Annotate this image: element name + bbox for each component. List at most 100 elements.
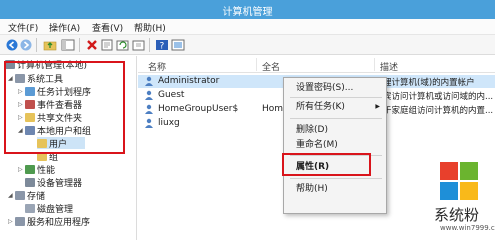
menu-action[interactable]: 操作(A) bbox=[49, 21, 80, 34]
watermark-text: 系统粉 bbox=[434, 206, 480, 224]
tree-node-label: 计算机管理(本地) bbox=[17, 60, 88, 71]
console-tree-icon[interactable] bbox=[60, 37, 76, 53]
expand-arrow-icon[interactable]: ▷ bbox=[18, 88, 25, 95]
menu-item-delete[interactable]: 删除(D) bbox=[284, 123, 386, 137]
tree-node-label: 组 bbox=[49, 152, 59, 163]
properties-highlight-box bbox=[282, 153, 371, 176]
tree-node-event-viewer[interactable]: ▷ 事件查看器 bbox=[18, 98, 83, 111]
tree-node-shared-folders[interactable]: ▷ 共享文件夹 bbox=[18, 111, 83, 124]
tree-node-storage[interactable]: ◢ 存储 bbox=[8, 189, 46, 202]
tree-node-label: 存储 bbox=[27, 191, 46, 202]
properties-icon[interactable] bbox=[99, 37, 115, 53]
forward-arrow-icon[interactable] bbox=[18, 37, 34, 53]
tree-node-label: 系统工具 bbox=[27, 74, 64, 85]
system-tools-icon bbox=[15, 73, 25, 83]
tree-node-label: 服务和应用程序 bbox=[27, 217, 91, 228]
tree-node-label: 本地用户和组 bbox=[37, 126, 92, 137]
tree-node-groups[interactable]: 组 bbox=[37, 150, 59, 163]
user-name: liuxg bbox=[158, 118, 180, 128]
expand-arrow-icon[interactable]: ▷ bbox=[18, 166, 25, 173]
export-icon[interactable] bbox=[131, 37, 147, 53]
expand-arrow-icon[interactable]: ▷ bbox=[18, 101, 25, 108]
tree-node-disk-management[interactable]: 磁盘管理 bbox=[25, 202, 74, 215]
users-groups-icon bbox=[25, 125, 35, 135]
refresh-icon[interactable] bbox=[115, 37, 131, 53]
computer-management-icon bbox=[5, 59, 15, 69]
collapse-arrow-icon[interactable]: ◢ bbox=[8, 75, 15, 82]
menu-item-set-password[interactable]: 设置密码(S)... bbox=[284, 81, 386, 95]
menu-help[interactable]: 帮助(H) bbox=[134, 21, 166, 34]
user-description: 宾访问计算机或访问域的内... bbox=[383, 92, 494, 102]
help-icon[interactable]: ? bbox=[154, 37, 170, 53]
column-header-name[interactable]: 名称 bbox=[148, 60, 166, 73]
performance-icon bbox=[25, 164, 35, 174]
view-icon[interactable] bbox=[170, 37, 186, 53]
toolbar-separator bbox=[79, 38, 80, 52]
column-divider[interactable] bbox=[374, 58, 375, 71]
shared-folder-icon bbox=[25, 112, 35, 122]
menu-item-help[interactable]: 帮助(H) bbox=[284, 182, 386, 196]
tree-node-label: 磁盘管理 bbox=[37, 204, 74, 215]
tree-node-label: 事件查看器 bbox=[37, 100, 83, 111]
user-name: HomeGroupUser$ bbox=[158, 104, 239, 114]
menu-file[interactable]: 文件(F) bbox=[8, 21, 38, 34]
tree-node-local-users-groups[interactable]: ◢ 本地用户和组 bbox=[18, 124, 92, 137]
services-icon bbox=[15, 216, 25, 226]
expand-arrow-icon[interactable]: ▷ bbox=[18, 114, 25, 121]
menu-item-all-tasks[interactable]: 所有任务(K) ▶ bbox=[284, 100, 386, 114]
expand-arrow-icon[interactable]: ▷ bbox=[8, 218, 15, 225]
collapse-arrow-icon[interactable]: ◢ bbox=[8, 192, 15, 199]
watermark-logo: 系统粉 www.win7999.com bbox=[434, 160, 495, 240]
menu-view[interactable]: 查看(V) bbox=[92, 21, 123, 34]
storage-icon bbox=[15, 190, 25, 200]
tree-node-system-tools[interactable]: ◢ 系统工具 bbox=[8, 72, 64, 85]
column-divider[interactable] bbox=[256, 58, 257, 71]
window-title: 计算机管理 bbox=[222, 7, 273, 18]
tree-node-label: 设备管理器 bbox=[37, 178, 83, 189]
tree-node-label: 共享文件夹 bbox=[37, 113, 83, 124]
folder-icon bbox=[37, 151, 47, 161]
device-manager-icon bbox=[25, 177, 35, 187]
tree-node-label: 任务计划程序 bbox=[37, 87, 92, 98]
menu-bar: 文件(F) 操作(A) 查看(V) 帮助(H) bbox=[0, 19, 495, 35]
title-bar: 计算机管理 bbox=[0, 0, 495, 19]
context-menu: 设置密码(S)... 所有任务(K) ▶ 删除(D) 重命名(M) 属性(R) … bbox=[283, 77, 387, 214]
tree-node-computer-management[interactable]: 计算机管理(本地) bbox=[5, 58, 88, 71]
tree-node-services-applications[interactable]: ▷ 服务和应用程序 bbox=[8, 215, 91, 228]
collapse-arrow-icon[interactable]: ◢ bbox=[18, 127, 25, 134]
menu-item-rename[interactable]: 重命名(M) bbox=[284, 138, 386, 152]
event-viewer-icon bbox=[25, 99, 35, 109]
folder-icon bbox=[37, 138, 47, 148]
console-tree: 计算机管理(本地) ◢ 系统工具 ▷ 任务计划程序 ▷ 事件查看器 ▷ 共享文件… bbox=[0, 56, 137, 240]
menu-separator bbox=[290, 178, 382, 179]
watermark-url: www.win7999.com bbox=[440, 224, 495, 232]
tree-node-task-scheduler[interactable]: ▷ 任务计划程序 bbox=[18, 85, 92, 98]
user-icon bbox=[145, 104, 153, 114]
svg-text:?: ? bbox=[160, 42, 165, 52]
list-header: 名称 全名 描述 bbox=[138, 56, 495, 73]
disk-management-icon bbox=[25, 203, 35, 213]
tree-node-label: 用户 bbox=[49, 139, 68, 150]
toolbar-separator bbox=[149, 38, 150, 52]
tree-node-label: 性能 bbox=[37, 165, 56, 176]
tree-node-performance[interactable]: ▷ 性能 bbox=[18, 163, 56, 176]
tree-node-users[interactable]: 用户 bbox=[37, 137, 85, 150]
user-description: 理计算机(域)的内置帐户 bbox=[383, 78, 475, 88]
user-name: Administrator bbox=[158, 76, 220, 86]
task-scheduler-icon bbox=[25, 86, 35, 96]
toolbar: ? bbox=[0, 35, 495, 55]
user-icon bbox=[145, 76, 153, 86]
column-header-fullname[interactable]: 全名 bbox=[262, 60, 280, 73]
delete-icon[interactable] bbox=[84, 37, 100, 53]
user-name: Guest bbox=[158, 90, 185, 100]
submenu-arrow-icon: ▶ bbox=[375, 103, 380, 110]
user-icon bbox=[145, 90, 153, 100]
menu-item-label: 所有任务(K) bbox=[296, 102, 345, 112]
toolbar-separator bbox=[36, 38, 37, 52]
menu-separator bbox=[290, 118, 382, 119]
user-description: 于家庭组访问计算机的内置... bbox=[383, 106, 494, 116]
column-header-description[interactable]: 描述 bbox=[380, 60, 398, 73]
user-icon bbox=[145, 118, 153, 128]
up-folder-icon[interactable] bbox=[42, 37, 58, 53]
tree-node-device-manager[interactable]: 设备管理器 bbox=[25, 176, 83, 189]
